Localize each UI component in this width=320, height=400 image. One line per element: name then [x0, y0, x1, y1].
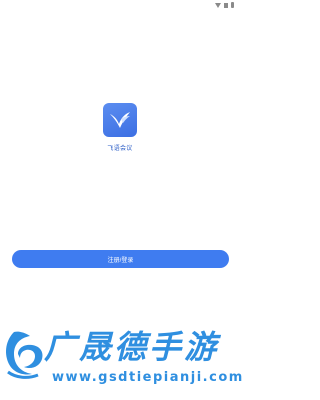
site-watermark: 广晟德手游 www.gsdtiepianji.com — [0, 322, 244, 400]
app-name: 飞语会议 — [107, 146, 133, 152]
watermark-logo-icon — [6, 331, 43, 379]
feiyu-logo-icon — [110, 112, 130, 128]
splash-screen: 飞语会议 注册/登录 广晟德手游 www.gsdtiepianji.com — [0, 0, 244, 400]
watermark-title: 广晟德手游 — [44, 328, 220, 366]
battery-icon — [231, 2, 234, 8]
register-login-button[interactable]: 注册/登录 — [12, 250, 229, 268]
status-bar — [215, 0, 234, 10]
watermark-url: www.gsdtiepianji.com — [52, 370, 244, 385]
signal-icon — [224, 2, 228, 8]
wifi-icon — [215, 2, 221, 8]
app-logo-icon — [103, 103, 137, 137]
